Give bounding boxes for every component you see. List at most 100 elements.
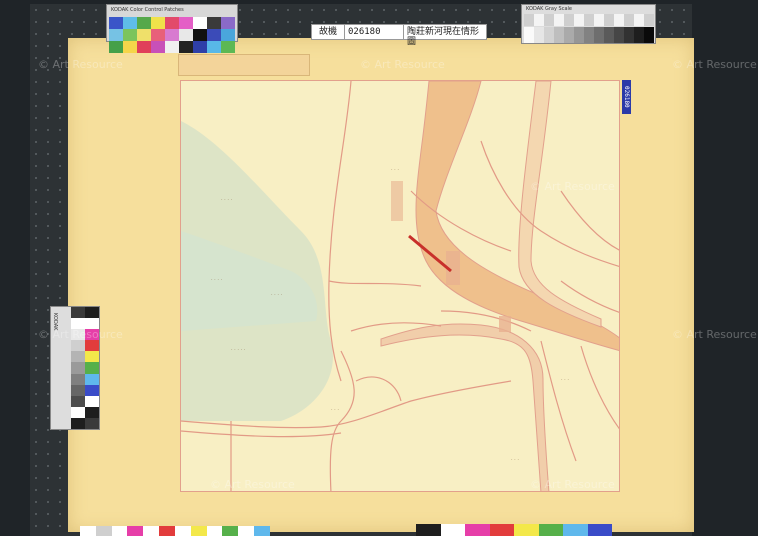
color-swatch	[207, 29, 221, 41]
color-swatch	[489, 524, 514, 536]
gray-swatch	[71, 351, 85, 363]
color-swatch	[179, 17, 193, 29]
color-swatch	[193, 41, 207, 53]
color-swatch	[174, 526, 191, 536]
gray-swatch	[71, 340, 85, 352]
historical-map: · · · · · · · · · · · · · · · · · · · · …	[181, 81, 619, 491]
color-swatch	[85, 362, 99, 374]
gray-tick	[624, 14, 634, 26]
color-swatch	[109, 29, 123, 41]
gray-swatch	[534, 27, 544, 43]
gray-swatch	[71, 384, 85, 396]
color-swatch	[179, 41, 193, 53]
color-swatch	[111, 526, 128, 536]
gray-swatch	[554, 27, 564, 43]
color-swatch	[85, 406, 99, 418]
left-bar-color-column	[85, 307, 99, 430]
color-swatches	[109, 17, 235, 53]
color-control-patches: KODAK Color Control Patches	[106, 4, 238, 53]
color-swatch	[416, 524, 441, 536]
watermark: © Art Resource	[38, 58, 123, 71]
color-swatch	[238, 526, 255, 536]
color-patches-title: KODAK Color Control Patches	[111, 7, 184, 13]
color-swatch	[85, 417, 99, 430]
gray-swatch	[624, 27, 634, 43]
gray-swatch	[604, 27, 614, 43]
color-swatch	[563, 524, 588, 536]
svg-text:· · · · ·: · · · · ·	[231, 347, 246, 353]
village-block	[391, 181, 403, 221]
bottom-color-bar-right	[416, 524, 612, 536]
color-swatch	[221, 41, 235, 53]
color-swatch	[159, 526, 175, 536]
gray-swatch	[564, 27, 574, 43]
gray-swatch	[71, 307, 85, 319]
catalog-label: 故機 026180 陶莊新河現在情形圖	[311, 24, 487, 47]
color-swatch	[165, 29, 179, 41]
gray-swatch	[544, 27, 554, 43]
watermark: © Art Resource	[360, 58, 445, 71]
gray-scale-ticks	[524, 14, 654, 26]
color-swatch	[465, 524, 490, 536]
color-swatch	[207, 41, 221, 53]
gray-swatch	[634, 27, 644, 43]
svg-text:· · · ·: · · · ·	[271, 292, 283, 298]
color-swatch	[221, 17, 235, 29]
side-id-tag: 026180	[622, 80, 631, 114]
gray-swatch	[71, 417, 85, 430]
color-swatch	[85, 373, 99, 385]
watermark: © Art Resource	[38, 328, 123, 341]
color-swatch	[85, 351, 99, 363]
gray-tick	[524, 14, 534, 26]
color-swatch	[80, 526, 96, 536]
map-frame: · · · · · · · · · · · · · · · · · · · · …	[180, 80, 620, 492]
color-swatch	[514, 524, 539, 536]
watermark: © Art Resource	[530, 180, 615, 193]
color-swatch	[254, 526, 270, 536]
color-swatch	[123, 41, 137, 53]
gray-tick	[564, 14, 574, 26]
gray-swatch	[644, 27, 654, 43]
color-swatch	[221, 29, 235, 41]
color-swatch	[109, 17, 123, 29]
color-swatch	[151, 29, 165, 41]
map-title: 陶莊新河現在情形圖	[407, 27, 480, 47]
svg-text:· · ·: · · ·	[511, 457, 519, 463]
gray-swatch	[71, 362, 85, 374]
color-swatch	[538, 524, 563, 536]
color-swatch	[207, 17, 221, 29]
gray-tick	[534, 14, 544, 26]
gray-swatch	[71, 373, 85, 385]
svg-text:· · ·: · · ·	[391, 167, 399, 173]
color-swatch	[95, 526, 112, 536]
color-swatch	[179, 29, 193, 41]
gray-tick	[574, 14, 584, 26]
gray-tick	[594, 14, 604, 26]
gray-swatch	[574, 27, 584, 43]
svg-text:· · · ·: · · · ·	[221, 197, 233, 203]
color-swatch	[193, 29, 207, 41]
color-swatch	[151, 17, 165, 29]
gray-swatch	[614, 27, 624, 43]
color-swatch	[222, 526, 239, 536]
gray-swatch	[524, 27, 534, 43]
gray-tick	[544, 14, 554, 26]
left-bar-gray-column	[71, 307, 85, 430]
color-swatch	[123, 17, 137, 29]
bottom-color-bar-left	[80, 526, 270, 536]
watermark: © Art Resource	[530, 478, 615, 491]
color-swatch	[85, 395, 99, 407]
catalog-number: 026180	[345, 25, 404, 39]
color-swatch	[165, 41, 179, 53]
watermark: © Art Resource	[672, 328, 757, 341]
color-swatch	[151, 41, 165, 53]
gray-tick	[604, 14, 614, 26]
village-block	[499, 316, 511, 332]
color-swatch	[190, 526, 207, 536]
map-title-strip	[178, 54, 310, 76]
gray-scale: KODAK Gray Scale	[521, 4, 656, 44]
gray-swatch	[71, 395, 85, 407]
color-swatch	[123, 29, 137, 41]
color-swatch	[85, 307, 99, 319]
color-swatch	[143, 526, 160, 536]
